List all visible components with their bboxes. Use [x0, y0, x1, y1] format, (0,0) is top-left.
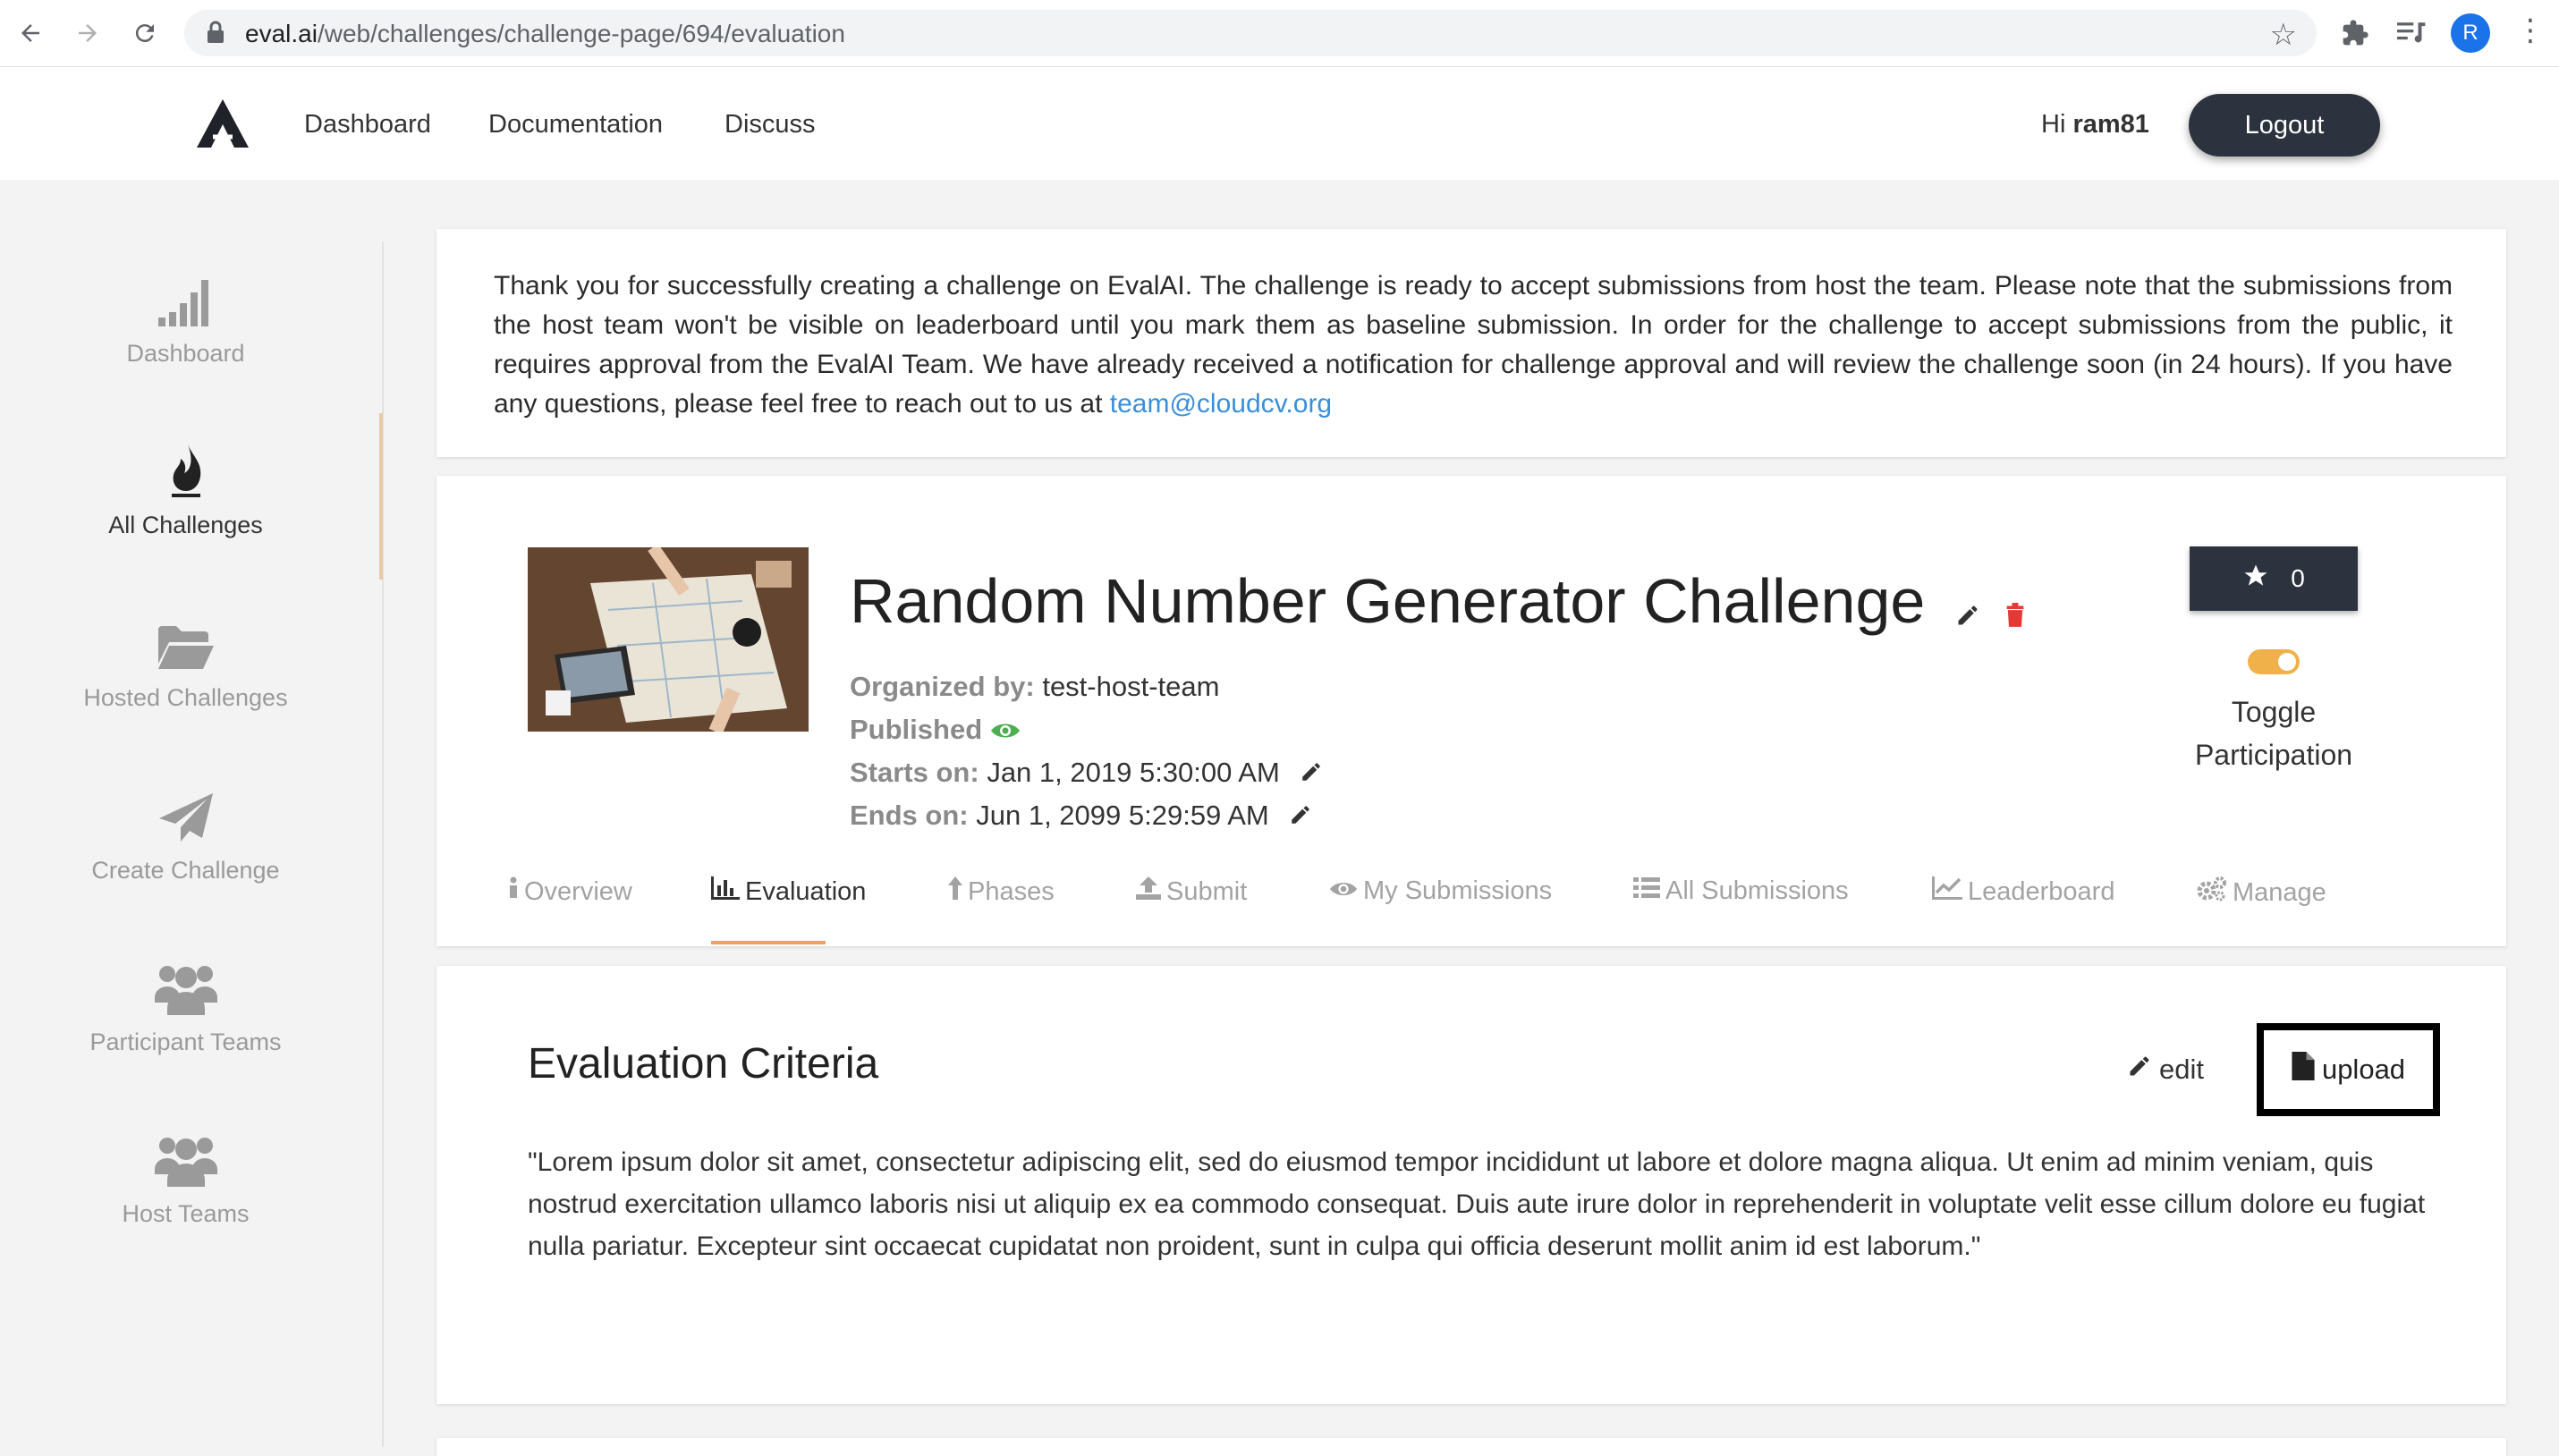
bar-chart-icon — [711, 876, 740, 907]
sidebar-active-indicator — [379, 413, 383, 580]
paper-plane-icon — [157, 791, 215, 848]
contact-email-link[interactable]: team@cloudcv.org — [1110, 389, 1332, 419]
toggle-participation-label: Toggle Participation — [2194, 696, 2353, 771]
evaluation-criteria-body: "Lorem ipsum dolor sit amet, consectetur… — [528, 1147, 2426, 1261]
upload-icon — [1136, 876, 1161, 907]
users-icon — [154, 1133, 217, 1191]
evalai-logo-icon[interactable] — [195, 97, 250, 154]
delete-trash-icon[interactable] — [2004, 571, 2026, 642]
star-button[interactable]: 0 — [2190, 546, 2358, 611]
browser-menu-icon[interactable]: ⋮ — [2515, 13, 2546, 48]
edit-start-date-icon[interactable] — [1300, 758, 1323, 791]
organizer-line: Organized by: test-host-team — [850, 671, 1220, 702]
evaluation-criteria-title: Evaluation Criteria — [528, 1040, 879, 1088]
approval-notice-card: Thank you for successfully creating a ch… — [436, 229, 2506, 457]
browser-toolbar: eval.ai/web/challenges/challenge-page/69… — [0, 0, 2559, 67]
url-text: eval.ai/web/challenges/challenge-page/69… — [245, 20, 845, 47]
edit-pencil-icon — [2127, 1054, 2152, 1086]
tab-phases[interactable]: Phases — [948, 876, 1055, 907]
star-count: 0 — [2291, 564, 2305, 592]
tab-overview[interactable]: Overview — [508, 876, 632, 907]
edit-criteria-button[interactable]: edit — [2127, 1054, 2204, 1086]
fire-icon — [166, 443, 206, 503]
users-icon — [154, 961, 217, 1020]
challenge-title: Random Number Generator Challenge — [850, 565, 2026, 642]
nav-dashboard[interactable]: Dashboard — [304, 110, 431, 140]
star-icon — [2242, 563, 2269, 596]
folder-open-icon — [157, 624, 216, 675]
arrow-up-icon — [948, 876, 962, 907]
forward-arrow-icon[interactable] — [70, 15, 106, 51]
signal-bars-icon — [157, 276, 214, 331]
tab-leaderboard[interactable]: Leaderboard — [1932, 876, 2114, 907]
site-header: Dashboard Documentation Discuss Hi ram81… — [0, 67, 2559, 180]
reload-icon[interactable] — [127, 15, 163, 51]
address-bar[interactable]: eval.ai/web/challenges/challenge-page/69… — [184, 10, 2317, 56]
extensions-puzzle-icon[interactable] — [2336, 14, 2374, 52]
tab-submit[interactable]: Submit — [1136, 876, 1247, 907]
evaluation-criteria-card: Evaluation Criteria edit upload "Lorem i… — [436, 966, 2506, 1404]
approval-notice-text: Thank you for successfully creating a ch… — [494, 271, 2453, 419]
profile-avatar[interactable]: R — [2451, 13, 2490, 53]
sidebar-item-dashboard[interactable]: Dashboard — [0, 268, 371, 368]
tab-manage[interactable]: Manage — [2197, 876, 2326, 909]
sidebar-item-participant-teams[interactable]: Participant Teams — [0, 957, 371, 1056]
line-chart-icon — [1932, 876, 1962, 907]
active-tab-underline — [711, 941, 826, 944]
user-greeting: Hi ram81 — [2041, 110, 2149, 139]
lock-icon — [206, 21, 225, 48]
eye-icon — [1329, 876, 1358, 906]
nav-discuss[interactable]: Discuss — [724, 110, 816, 140]
participation-toggle[interactable] — [2248, 649, 2300, 674]
sidebar-item-all-challenges[interactable]: All Challenges — [0, 440, 371, 539]
eye-icon — [990, 715, 1021, 748]
published-line: Published — [850, 714, 1021, 748]
tab-all-submissions[interactable]: All Submissions — [1633, 876, 1849, 906]
end-date-line: Ends on: Jun 1, 2099 5:29:59 AM — [850, 800, 1312, 834]
file-icon — [2292, 1052, 2315, 1088]
start-date-line: Starts on: Jan 1, 2019 5:30:00 AM — [850, 757, 1323, 791]
upload-criteria-button[interactable]: upload — [2257, 1023, 2440, 1116]
challenge-header-card: Random Number Generator Challenge Organi… — [436, 476, 2506, 946]
logout-button[interactable]: Logout — [2189, 94, 2380, 157]
tab-evaluation[interactable]: Evaluation — [711, 876, 866, 907]
bookmark-star-icon[interactable]: ☆ — [2270, 17, 2297, 53]
edit-end-date-icon[interactable] — [1289, 801, 1312, 834]
next-card-edge — [436, 1438, 2506, 1456]
media-queue-icon[interactable] — [2394, 14, 2431, 52]
tab-my-submissions[interactable]: My Submissions — [1329, 876, 1552, 906]
sidebar-item-hosted-challenges[interactable]: Hosted Challenges — [0, 613, 371, 712]
edit-pencil-icon[interactable] — [1955, 571, 1980, 642]
back-arrow-icon[interactable] — [13, 15, 48, 51]
nav-documentation[interactable]: Documentation — [488, 110, 663, 140]
info-icon — [508, 876, 519, 907]
list-icon — [1633, 876, 1660, 906]
sidebar-item-host-teams[interactable]: Host Teams — [0, 1129, 371, 1228]
challenge-thumbnail — [528, 543, 809, 735]
gears-icon — [2197, 876, 2227, 909]
sidebar-item-create-challenge[interactable]: Create Challenge — [0, 785, 371, 885]
